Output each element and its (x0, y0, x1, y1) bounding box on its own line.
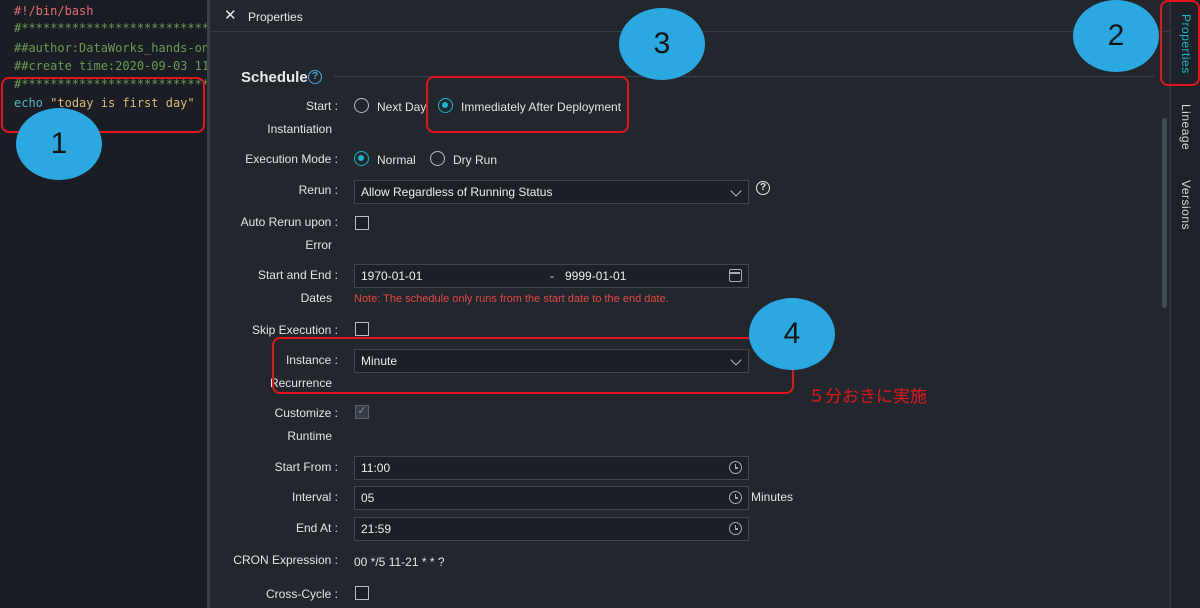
annotation-box-properties-tab (1160, 0, 1200, 86)
end-at-time-input[interactable]: 21:59 (354, 517, 749, 541)
annotation-marker-3: 3 (619, 8, 705, 80)
execution-mode-label: Execution Mode : (245, 152, 338, 166)
radio-dry-run[interactable] (430, 151, 445, 166)
dates-note: Note: The schedule only runs from the st… (354, 293, 669, 305)
panel-scrollbar[interactable] (1162, 118, 1167, 308)
date-range-picker[interactable]: 1970-01-01 - 9999-01-01 (354, 264, 749, 288)
interval-input[interactable]: 05 (354, 486, 749, 510)
customize-runtime-label-line2: Runtime (287, 429, 332, 443)
cron-label: CRON Expression : (233, 553, 338, 567)
start-instantiation-label-line2: Instantiation (267, 122, 332, 136)
start-from-label: Start From : (274, 460, 338, 474)
radio-normal[interactable] (354, 151, 369, 166)
rerun-select[interactable]: Allow Regardless of Running Status (354, 180, 749, 204)
clock-icon (729, 522, 742, 535)
radio-normal-label: Normal (377, 153, 416, 167)
start-date-value: 1970-01-01 (361, 269, 423, 283)
tab-lineage[interactable]: Lineage (1179, 104, 1193, 150)
customize-runtime-label: Customize : (274, 406, 338, 420)
auto-rerun-checkbox[interactable] (355, 216, 369, 230)
properties-panel: ✕ Properties Schedule ? Start : Instanti… (210, 0, 1170, 608)
dates-label: Start and End : (257, 268, 338, 282)
cross-cycle-checkbox[interactable] (355, 586, 369, 600)
radio-dry-run-label: Dry Run (453, 153, 498, 167)
code-line-author: ##author:DataWorks_hands-on (14, 41, 207, 55)
schedule-help-icon[interactable]: ? (308, 70, 322, 84)
start-from-time-input[interactable]: 11:00 (354, 456, 749, 480)
annotation-box-immediately (426, 76, 629, 133)
code-line-create-time: ##create time:2020-09-03 11:00:00 (14, 59, 207, 73)
interval-value: 05 (361, 491, 375, 505)
cron-expression: 00 */5 11-21 * * ? (354, 555, 445, 569)
auto-rerun-label: Auto Rerun upon : (240, 215, 338, 229)
interval-label: Interval : (291, 490, 338, 504)
chevron-down-icon (730, 185, 742, 197)
radio-next-day[interactable] (354, 98, 369, 113)
section-title-schedule: Schedule (241, 69, 308, 86)
end-at-label: End At : (295, 521, 338, 535)
screenshot-root: #!/bin/bash #***************************… (0, 0, 1200, 608)
annotation-note-every-5-minutes: ５分おきに実施 (808, 387, 927, 406)
clock-icon (729, 461, 742, 474)
code-line-shebang: #!/bin/bash (14, 4, 94, 18)
skip-execution-checkbox[interactable] (355, 322, 369, 336)
end-date-value: 9999-01-01 (565, 269, 627, 283)
skip-execution-label: Skip Execution : (251, 323, 338, 337)
panel-title: Properties (248, 10, 303, 24)
tab-versions[interactable]: Versions (1179, 180, 1193, 230)
dates-label-line2: Dates (300, 291, 332, 305)
annotation-box-recurrence (272, 337, 794, 394)
rerun-select-value: Allow Regardless of Running Status (361, 185, 553, 199)
customize-runtime-checkbox: ✓ (355, 405, 369, 419)
annotation-marker-4: 4 (749, 298, 835, 370)
code-line-divider-top: #********************************** (14, 21, 207, 35)
rerun-help-icon[interactable]: ? (756, 181, 770, 195)
calendar-icon (729, 269, 742, 282)
auto-rerun-label-line2: Error (305, 238, 332, 252)
right-tab-bar: Properties Lineage Versions (1170, 0, 1200, 608)
start-instantiation-label: Start : (305, 99, 338, 113)
cross-cycle-label: Cross-Cycle : (265, 587, 338, 601)
interval-unit: Minutes (751, 490, 794, 504)
start-from-value: 11:00 (361, 461, 391, 475)
annotation-marker-1: 1 (16, 108, 102, 180)
date-range-separator: - (550, 269, 554, 283)
close-icon[interactable]: ✕ (224, 8, 238, 23)
end-at-value: 21:59 (361, 522, 392, 536)
radio-next-day-label: Next Day (377, 100, 427, 114)
rerun-label: Rerun : (298, 183, 338, 197)
annotation-marker-2: 2 (1073, 0, 1159, 72)
clock-icon (729, 491, 742, 504)
